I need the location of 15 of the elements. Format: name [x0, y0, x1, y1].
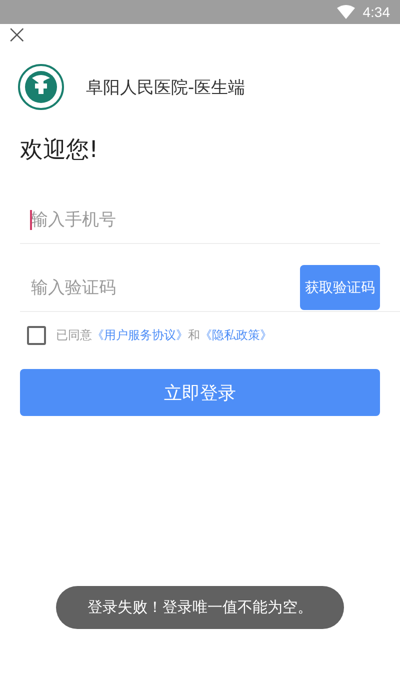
agreement-text: 已同意《用户服务协议》和《隐私政策》 [56, 327, 272, 344]
hospital-logo [18, 64, 64, 110]
phone-input-field[interactable]: 输入手机号 [20, 210, 380, 230]
agree-checkbox[interactable] [27, 326, 46, 345]
status-time: 4:34 [362, 4, 390, 20]
close-button[interactable]: × [6, 25, 28, 45]
app-title: 阜阳人民医院-医生端 [86, 76, 246, 98]
privacy-policy-link[interactable]: 《隐私政策》 [200, 328, 272, 342]
login-button[interactable]: 立即登录 [20, 369, 380, 416]
error-toast: 登录失败！登录唯一值不能为空。 [56, 586, 344, 629]
wifi-icon [336, 5, 355, 19]
get-code-button[interactable]: 获取验证码 [300, 265, 380, 310]
service-agreement-link[interactable]: 《用户服务协议》 [92, 328, 188, 342]
greeting-heading: 欢迎您! [20, 136, 100, 165]
code-input-field[interactable]: 输入验证码 [20, 278, 300, 298]
